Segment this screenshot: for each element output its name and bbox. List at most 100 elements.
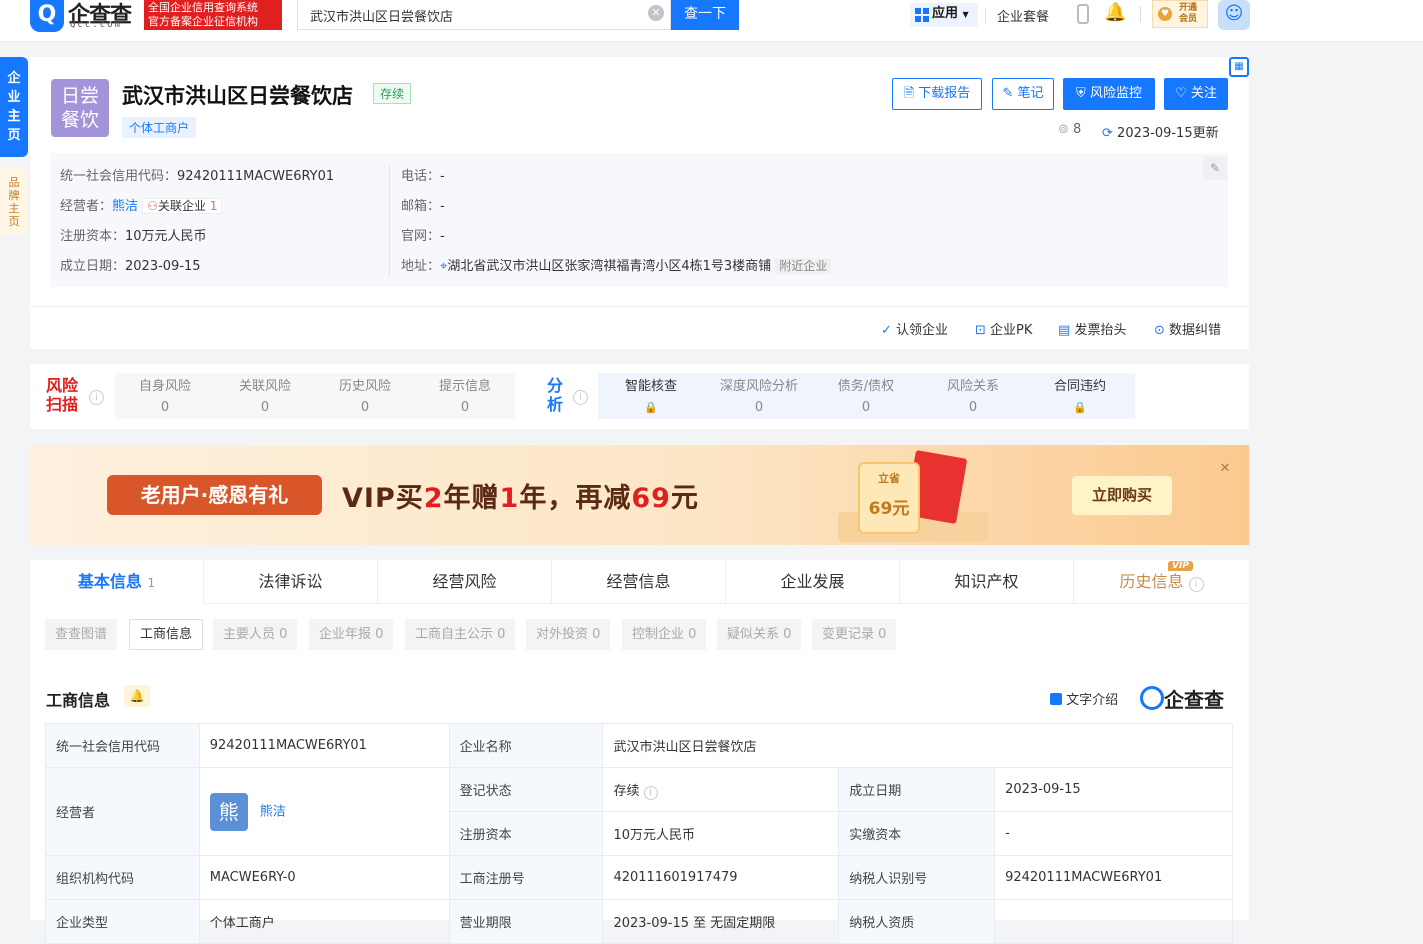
bell-icon[interactable]: 🔔 [124, 685, 150, 707]
note-button[interactable]: ✎ 笔记 [992, 78, 1054, 110]
search-input[interactable]: 武汉市洪山区日尝餐饮店 [297, 0, 671, 30]
divider [389, 165, 390, 277]
mobile-icon[interactable] [1077, 4, 1089, 24]
update-date[interactable]: ⟳ 2023-09-15更新 [1102, 122, 1219, 141]
enterprise-package-link[interactable]: 企业套餐 [997, 6, 1049, 25]
risk-item-notice[interactable]: 提示信息 0 [415, 376, 515, 418]
section-title: 工商信息 [46, 691, 111, 710]
subtab-business-info[interactable]: 工商信息 [129, 619, 204, 650]
analysis-smart-check[interactable]: 智能核查 🔒 [605, 376, 697, 418]
email-value: - [440, 199, 445, 214]
follow-label: 关注 [1190, 86, 1217, 101]
company-pk-button[interactable]: ⊡ 企业PK [975, 319, 1032, 338]
subtab-controlled[interactable]: 控制企业 0 [622, 619, 707, 650]
views-value: 8 [1073, 122, 1082, 137]
tab-operating-info[interactable]: 经营信息 [552, 560, 726, 604]
subtab-graph[interactable]: 查查图谱 [45, 619, 118, 650]
search-button[interactable]: 查一下 [671, 0, 739, 30]
open-vip-button[interactable]: ♥ 开通 会员 [1152, 0, 1208, 28]
table-key: 组织机构代码 [45, 855, 200, 900]
analysis-risk-relation[interactable]: 风险关系 0 [930, 376, 1016, 418]
tab-litigation[interactable]: 法律诉讼 [204, 560, 378, 604]
risk-item-history[interactable]: 历史风险 0 [315, 376, 415, 418]
risk-item-related[interactable]: 关联风险 0 [215, 376, 315, 418]
phone-row: 电话：- [401, 165, 445, 184]
risk-monitor-button[interactable]: ⛨ 风险监控 [1063, 78, 1155, 110]
analysis-item-value: 0 [754, 400, 764, 415]
table-value: 2023-09-15 至 无固定期限 [602, 899, 840, 944]
analysis-contract-breach[interactable]: 合同违约 🔒 [1036, 376, 1124, 418]
operator-link[interactable]: 熊洁 [112, 199, 138, 214]
tab-ip[interactable]: 知识产权 [900, 560, 1074, 604]
promo-text: 元 [670, 483, 699, 514]
text-intro-button[interactable]: 文字介绍 [1050, 689, 1118, 708]
download-report-button[interactable]: 🗎 下载报告 [892, 78, 982, 110]
risk-item-label: 关联风险 [238, 379, 291, 394]
tab-history[interactable]: 历史信息 i [1074, 560, 1249, 604]
table-value: 92420111MACWE6RY01 [198, 723, 450, 768]
bell-icon[interactable]: 🔔 [1104, 2, 1126, 23]
table-key: 登记状态 [448, 767, 604, 812]
text-icon [1050, 693, 1062, 705]
check-badge-icon: ✓ [881, 323, 892, 338]
sidebar-tab-brand-home[interactable]: 品牌主页 [0, 168, 28, 236]
clear-icon[interactable]: ✕ [648, 5, 664, 21]
caret-down-icon: ▼ [962, 10, 969, 19]
address-row: 地址：⌖湖北省武汉市洪山区张家湾祺福青湾小区4栋1号3楼商铺 附近企业 [401, 255, 832, 274]
tab-development[interactable]: 企业发展 [726, 560, 900, 604]
vip-line-1: 开通 [1179, 3, 1198, 13]
founded-row: 成立日期：2023-09-15 [60, 255, 201, 274]
subtab-key-people[interactable]: 主要人员 0 [213, 619, 298, 650]
promo-headline: VIP买2年赠1年，再减69元 [342, 476, 699, 515]
info-icon[interactable]: i [573, 390, 588, 405]
user-avatar[interactable]: ☺ [1218, 0, 1250, 30]
risk-item-value: 0 [260, 400, 270, 415]
table-value: 420111601917479 [602, 855, 840, 900]
tab-basic-info[interactable]: 基本信息 1 [30, 560, 204, 604]
divider [1140, 6, 1141, 22]
promo-text: 年，再减 [519, 483, 632, 514]
nearby-companies-button[interactable]: 附近企业 [775, 258, 832, 274]
address-value: 湖北省武汉市洪山区张家湾祺福青湾小区4栋1号3楼商铺 [447, 259, 772, 274]
risk-item-value: 0 [360, 400, 370, 415]
invoice-header-button[interactable]: ▤ 发票抬头 [1058, 319, 1126, 338]
subtab-investment[interactable]: 对外投资 0 [526, 619, 611, 650]
analysis-item-value: 0 [861, 400, 871, 415]
related-companies-tag[interactable]: ⚇关联企业 1 [142, 198, 223, 214]
sidebar-tab-company-home[interactable]: 企业主页 [0, 57, 28, 157]
risk-item-label: 提示信息 [438, 379, 491, 394]
claim-company-button[interactable]: ✓ 认领企业 [881, 319, 948, 338]
analysis-title-line-2: 析 [547, 395, 564, 414]
capital-row: 注册资本：10万元人民币 [60, 225, 207, 244]
table-value: 10万元人民币 [602, 811, 840, 856]
analysis-title-line-1: 分 [547, 376, 564, 395]
related-label: 关联企业 [157, 199, 206, 213]
lock-icon: 🔒 [1073, 401, 1087, 414]
close-icon[interactable]: ✕ [1217, 461, 1233, 477]
info-icon[interactable]: i [643, 785, 658, 800]
subtab-suspected[interactable]: 疑似关系 0 [717, 619, 802, 650]
subtab-annual-report[interactable]: 企业年报 0 [309, 619, 394, 650]
buy-now-button[interactable]: 立即购买 [1072, 476, 1172, 515]
qcc-brand-logo: 企查查 [1140, 684, 1224, 713]
subtab-changes[interactable]: 变更记录 0 [812, 619, 897, 650]
table-value: 2023-09-15 [994, 767, 1233, 812]
analysis-deep-risk[interactable]: 深度风险分析 0 [710, 376, 808, 418]
analysis-debt[interactable]: 债务/债权 0 [822, 376, 910, 418]
follow-button[interactable]: ♡ 关注 [1164, 78, 1228, 110]
qr-code-icon[interactable]: ▦ [1229, 57, 1249, 77]
risk-item-self[interactable]: 自身风险 0 [115, 376, 215, 418]
coupon-amount: 69元 [868, 499, 910, 519]
analysis-item-value: 0 [968, 400, 978, 415]
subtab-self-disclosure[interactable]: 工商自主公示 0 [405, 619, 516, 650]
tab-operating-risk[interactable]: 经营风险 [378, 560, 552, 604]
analysis-item-label: 智能核查 [624, 379, 677, 394]
qcc-logo-icon[interactable]: Q [30, 0, 64, 32]
info-icon[interactable]: i [89, 390, 104, 405]
analysis-item-label: 债务/债权 [837, 379, 895, 394]
logo-line-1: 日尝 [60, 85, 99, 107]
data-correction-button[interactable]: ⊙ 数据纠错 [1154, 319, 1221, 338]
pencil-icon[interactable]: ✎ [1203, 156, 1227, 180]
operator-row: 经营者：熊洁 ⚇关联企业 1 [60, 195, 223, 214]
operator-link[interactable]: 熊洁 [260, 804, 286, 819]
